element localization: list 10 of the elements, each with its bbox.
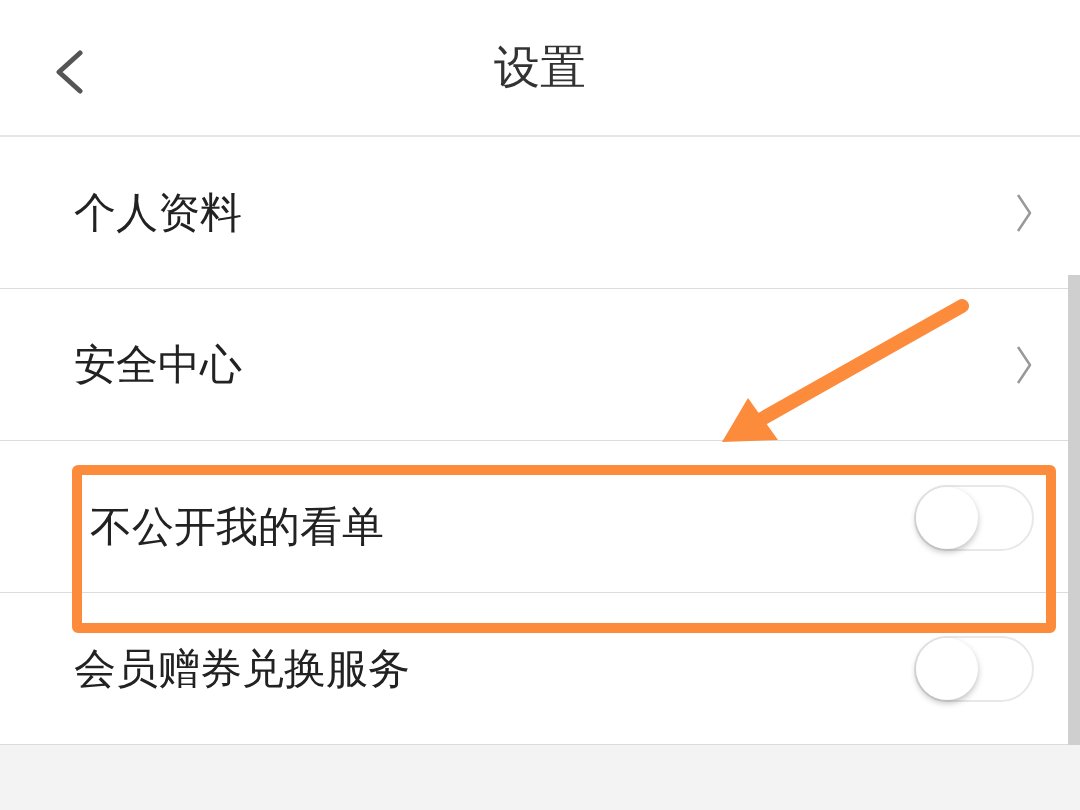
row-label: 会员赠券兑换服务 (74, 642, 410, 695)
toggle-switch[interactable] (914, 635, 1034, 702)
chevron-icon (1016, 192, 1032, 233)
row-label: 安全中心 (74, 338, 242, 391)
row-label: 个人资料 (74, 186, 242, 239)
page-title: 设置 (494, 38, 586, 96)
chevron-icon (1016, 344, 1032, 385)
back-icon[interactable] (54, 50, 84, 94)
row-label: 不公开我的看单 (90, 501, 384, 553)
toggle-switch[interactable] (914, 485, 1034, 551)
